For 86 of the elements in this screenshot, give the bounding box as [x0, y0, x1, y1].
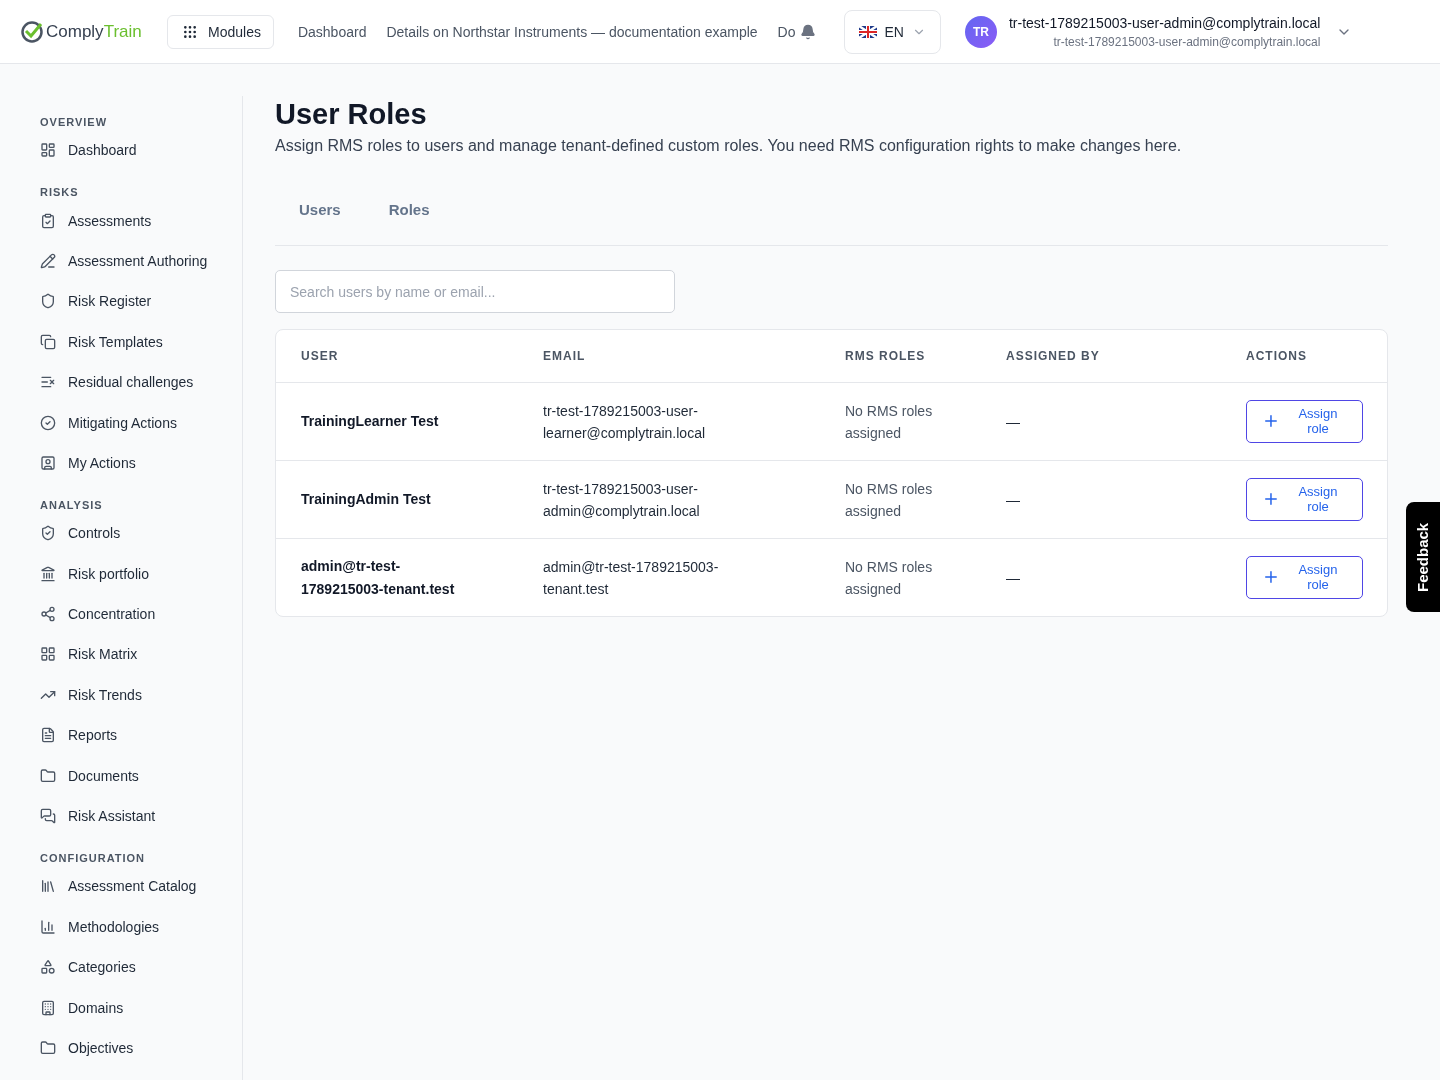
plus-icon	[1262, 412, 1280, 430]
pencil-lines-icon	[40, 252, 56, 269]
sidebar-item[interactable]: Concentration	[40, 593, 242, 635]
sidebar-item[interactable]: Methodologies	[40, 906, 242, 948]
nav-link[interactable]: Do	[777, 23, 796, 40]
page-title: User Roles	[275, 98, 428, 131]
assign-role-button[interactable]: Assign role	[1246, 400, 1363, 443]
chat-icon	[40, 808, 56, 825]
column-header: ACTIONS	[1246, 349, 1308, 363]
section-title: RISKS	[40, 186, 80, 199]
sidebar-item[interactable]: Risk portfolio	[40, 553, 242, 594]
modules-button[interactable]: Modules	[167, 14, 274, 49]
sidebar-item[interactable]: Categories	[40, 947, 242, 988]
user-email: tr-test-1789215003-user-admin@complytrain.local	[1053, 34, 1321, 49]
table-cell-text: admin@tr-test-1789215003-tenant.test	[543, 557, 720, 599]
sidebar-item[interactable]: Risk Matrix	[40, 634, 242, 675]
grid-icon	[182, 23, 198, 40]
feedback-tab[interactable]: Feedback	[1406, 502, 1440, 612]
sidebar-item[interactable]: Assessment Catalog	[40, 866, 242, 907]
sidebar-item[interactable]: Risk Register	[40, 281, 242, 322]
flag-icon	[858, 25, 877, 38]
page-subtitle: Assign RMS roles to users and manage tenant-defined custom roles. You need RMS configuration rights to make changes here.	[275, 137, 1183, 155]
section-title: CONFIGURATION	[40, 852, 147, 865]
table-cell-text: —	[1006, 490, 1021, 510]
column-header: EMAIL	[543, 349, 587, 363]
column-header: RMS ROLES	[845, 349, 927, 363]
dashboard-icon	[40, 142, 56, 159]
sidebar-item[interactable]: Documents	[40, 755, 242, 796]
sidebar-item[interactable]: Domains	[40, 987, 242, 1028]
folder-icon	[40, 767, 56, 784]
section-title: ANALYSIS	[40, 499, 104, 512]
sidebar-item[interactable]: Assessments	[40, 200, 242, 241]
search-field[interactable]: Search users by name or email...	[275, 270, 675, 313]
logo-icon	[20, 19, 44, 44]
copy-icon	[40, 333, 56, 350]
table-cell-text: tr-test-1789215003-user-learner@complytrain.local	[543, 401, 707, 443]
assign-role-button[interactable]: Assign role	[1246, 556, 1363, 599]
document-icon	[40, 727, 56, 744]
clipboard-check-icon	[40, 212, 56, 229]
sidebar-item[interactable]: Assessment Authoring	[40, 240, 242, 282]
sidebar-item[interactable]: My Actions	[40, 442, 242, 484]
nav-link[interactable]: Details on Northstar Instruments — documentation example	[386, 23, 758, 40]
table-cell-text: No RMS roles assigned	[845, 557, 934, 599]
shield-icon	[40, 293, 56, 310]
table-cell-text: No RMS roles assigned	[845, 479, 934, 521]
user-avatar[interactable]: TR	[964, 15, 997, 48]
table-cell-text: admin@tr-test-1789215003-tenant.test	[301, 556, 456, 599]
sidebar-item[interactable]: Dashboard	[40, 130, 242, 171]
logo-text: ComplyTrain	[46, 21, 142, 42]
sidebar-item[interactable]: Risk Assistant	[40, 795, 242, 837]
table-cell-text: No RMS roles assigned	[845, 401, 934, 443]
bar-chart-icon	[40, 918, 56, 935]
language-selector[interactable]: EN	[843, 9, 941, 54]
assign-role-button[interactable]: Assign role	[1246, 478, 1363, 521]
column-header: ASSIGNED BY	[1006, 349, 1101, 363]
tab[interactable]: Users	[275, 189, 365, 235]
tab[interactable]: Roles	[364, 189, 454, 235]
table-cell-text: TrainingLearner Test	[301, 412, 440, 431]
table-cell-text: tr-test-1789215003-user-admin@complytrain.local	[543, 479, 701, 521]
section-title: OVERVIEW	[40, 116, 109, 128]
building-icon	[40, 999, 56, 1016]
plus-icon	[1262, 568, 1280, 586]
nav-link[interactable]: Dashboard	[297, 23, 367, 40]
column-header: USER	[301, 349, 340, 363]
bank-icon	[40, 565, 56, 582]
sidebar-item[interactable]: Mitigating Actions	[40, 402, 242, 443]
grid-icon	[40, 646, 56, 663]
check-circle-icon	[40, 414, 56, 431]
table-cell-text: —	[1006, 568, 1021, 588]
sidebar-item[interactable]: Controls	[40, 513, 242, 554]
sidebar-item[interactable]: Risk Trends	[40, 674, 242, 716]
table-cell-text: —	[1006, 412, 1021, 432]
folder-icon	[40, 1040, 56, 1056]
sidebar-item[interactable]: Reports	[40, 715, 242, 756]
network-icon	[40, 606, 56, 623]
plus-icon	[1262, 490, 1280, 508]
shield-check-icon	[40, 525, 56, 542]
table-cell-text: TrainingAdmin Test	[301, 490, 432, 509]
sidebar-item[interactable]: Objectives	[40, 1027, 242, 1069]
sidebar-item[interactable]: Residual challenges	[40, 361, 242, 403]
user-badge-icon	[40, 454, 56, 471]
catalog-icon	[40, 878, 56, 895]
user-name: tr-test-1789215003-user-admin@complytrain.local	[1008, 14, 1321, 31]
bell-icon[interactable]	[799, 23, 816, 40]
shapes-icon	[40, 959, 56, 976]
sidebar-item[interactable]: Risk Templates	[40, 321, 242, 362]
